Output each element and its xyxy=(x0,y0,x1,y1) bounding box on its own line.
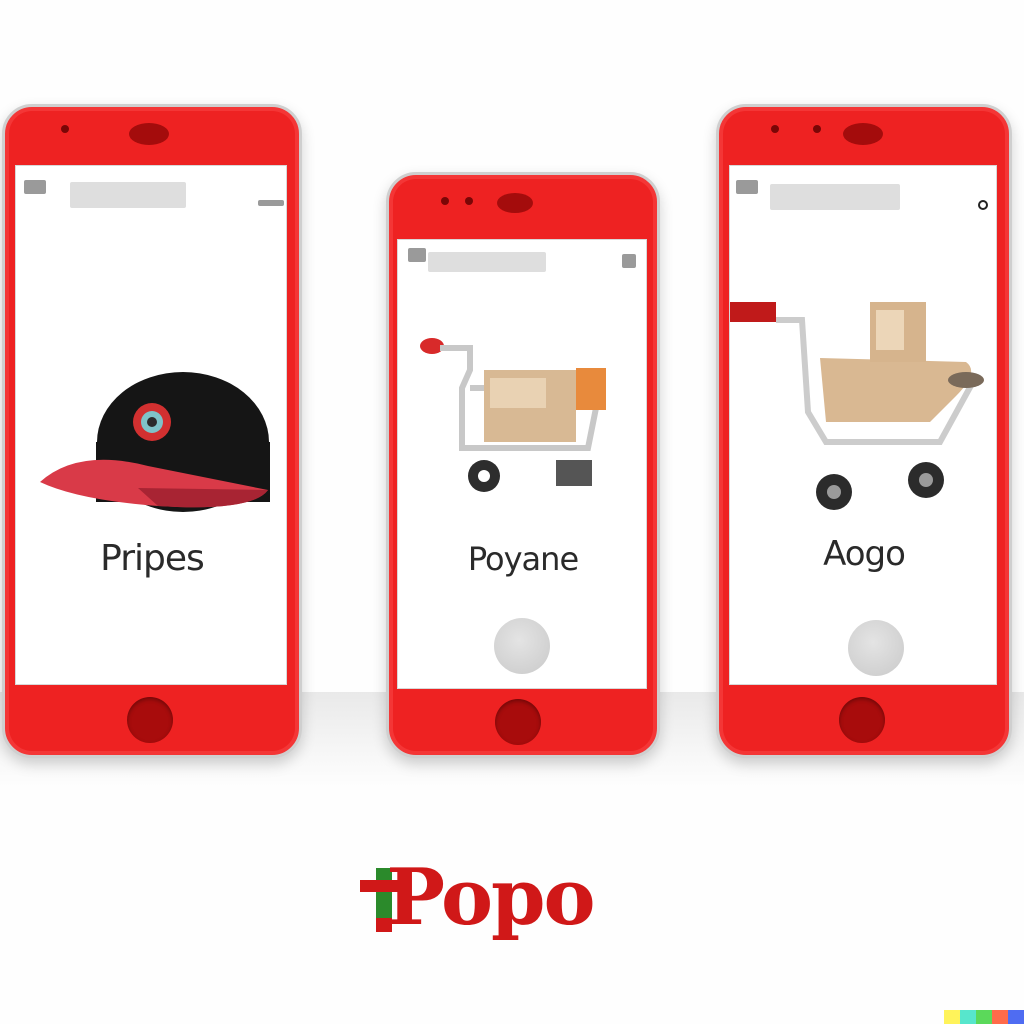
sensor-dot xyxy=(61,125,69,133)
brand-logo-text: Popo xyxy=(386,852,595,943)
baseball-cap-image xyxy=(40,372,270,512)
back-icon[interactable] xyxy=(736,180,758,194)
sensor-dot xyxy=(813,125,821,133)
watermark-swatch xyxy=(944,1010,960,1024)
shopping-cart-image xyxy=(730,302,984,510)
product-name: Pripes xyxy=(100,538,205,579)
product-name: Poyane xyxy=(467,540,579,578)
back-icon[interactable] xyxy=(24,180,46,194)
phone-2: Poyane xyxy=(386,172,660,758)
watermark-swatch xyxy=(1008,1010,1024,1024)
phone-1-screen: Pripes xyxy=(15,165,287,685)
menu-icon[interactable] xyxy=(978,200,988,210)
product-name: Aogo xyxy=(823,534,906,574)
sensor-dot xyxy=(771,125,779,133)
front-camera xyxy=(843,123,883,145)
action-button[interactable] xyxy=(494,618,550,674)
phone-1: Pripes xyxy=(2,104,302,758)
action-button[interactable] xyxy=(848,620,904,676)
shopping-cart-image xyxy=(420,338,606,492)
front-camera xyxy=(497,193,533,213)
sensor-dot xyxy=(465,197,473,205)
phone-3: Aogo xyxy=(716,104,1012,758)
brand-logo: Popo xyxy=(360,842,620,962)
mockup-canvas: Pripes Poyane Aogo Popo xyxy=(0,0,1024,1024)
watermark-strip xyxy=(944,1010,1024,1024)
phone-2-screen: Poyane xyxy=(397,239,647,689)
menu-icon[interactable] xyxy=(258,200,284,206)
front-camera xyxy=(129,123,169,145)
home-button[interactable] xyxy=(495,699,541,745)
watermark-swatch xyxy=(960,1010,976,1024)
phone-3-screen: Aogo xyxy=(729,165,997,685)
watermark-swatch xyxy=(976,1010,992,1024)
search-bar[interactable] xyxy=(770,184,900,210)
sensor-dot xyxy=(441,197,449,205)
home-button[interactable] xyxy=(839,697,885,743)
watermark-swatch xyxy=(992,1010,1008,1024)
search-bar[interactable] xyxy=(70,182,186,208)
search-bar[interactable] xyxy=(428,252,546,272)
back-icon[interactable] xyxy=(408,248,426,262)
cart-icon[interactable] xyxy=(622,254,636,268)
home-button[interactable] xyxy=(127,697,173,743)
